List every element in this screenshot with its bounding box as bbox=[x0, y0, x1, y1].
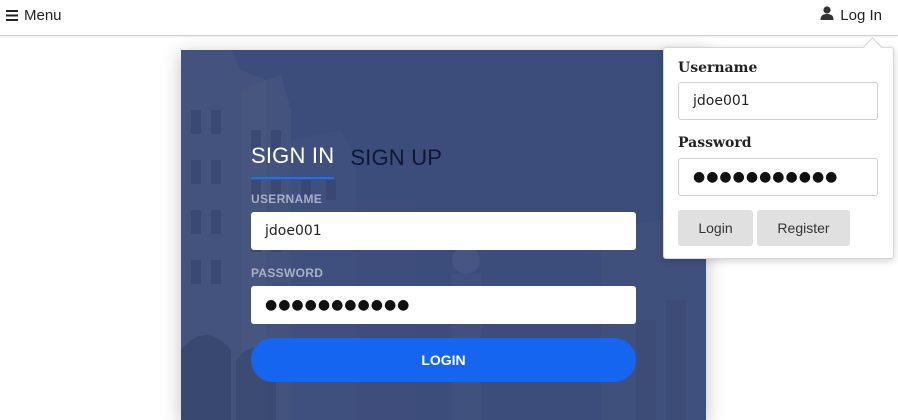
dropdown-password-label: Password bbox=[678, 135, 752, 151]
hamburger-icon bbox=[6, 9, 18, 21]
password-label: PASSWORD bbox=[251, 266, 324, 280]
username-value: jdoe001 bbox=[265, 223, 322, 239]
password-value: ●●●●●●●●●●● bbox=[265, 297, 411, 313]
tab-sign-in[interactable]: SIGN IN bbox=[251, 143, 335, 179]
username-input[interactable]: jdoe001 bbox=[251, 212, 636, 250]
dropdown-password-input[interactable]: ●●●●●●●●●●● bbox=[678, 158, 878, 196]
user-icon bbox=[820, 6, 834, 24]
dropdown-username-value: jdoe001 bbox=[693, 93, 750, 109]
menu-label: Menu bbox=[24, 6, 62, 24]
dropdown-login-button[interactable]: Login bbox=[678, 210, 753, 246]
tab-sign-up[interactable]: SIGN UP bbox=[350, 145, 442, 179]
menu-button[interactable]: Menu bbox=[6, 6, 62, 24]
login-button[interactable]: LOGIN bbox=[251, 338, 636, 382]
dropdown-username-label: Username bbox=[678, 60, 758, 76]
sign-in-card: SIGN IN SIGN UP USERNAME jdoe001 PASSWOR… bbox=[181, 50, 706, 420]
auth-tabs: SIGN IN SIGN UP bbox=[251, 143, 442, 179]
log-in-label: Log In bbox=[840, 6, 882, 24]
password-input[interactable]: ●●●●●●●●●●● bbox=[251, 286, 636, 324]
top-bar: Menu Log In bbox=[0, 0, 898, 36]
log-in-link[interactable]: Log In bbox=[820, 6, 882, 24]
username-label: USERNAME bbox=[251, 192, 323, 206]
dropdown-register-button[interactable]: Register bbox=[757, 210, 850, 246]
login-dropdown: Username jdoe001 Password ●●●●●●●●●●● Lo… bbox=[663, 47, 894, 259]
dropdown-username-input[interactable]: jdoe001 bbox=[678, 82, 878, 120]
dropdown-password-value: ●●●●●●●●●●● bbox=[693, 169, 839, 185]
